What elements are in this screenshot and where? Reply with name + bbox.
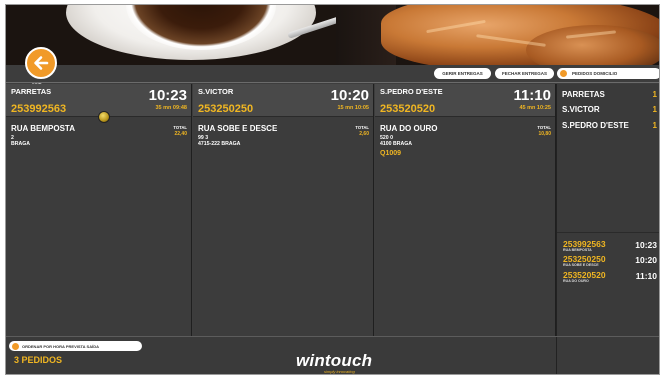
order-card-header: S.PEDRO D'ESTE 11:10 253520520 45 mn 10:…	[375, 84, 555, 117]
home-orders-label: PEDIDOS DOMICILIO	[572, 71, 618, 76]
total-value: 22,40	[174, 131, 187, 137]
order-reference: Q1009	[380, 150, 402, 157]
list-item[interactable]: 253992563 RUA BEMPOSTA 10:23	[563, 239, 657, 253]
wintouch-logo: wintouch	[296, 351, 373, 370]
customer-phone: 253250250	[198, 103, 254, 115]
address-street: RUA SOBE E DESCE	[198, 124, 278, 133]
address-city: 4100 BRAGA	[380, 141, 413, 147]
summary-count-row[interactable]: PARRETAS 1	[562, 90, 657, 99]
radio-dot-icon	[560, 70, 567, 77]
address-street: RUA DO OURO	[380, 124, 438, 133]
list-street: RUA BEMPOSTA	[563, 248, 592, 252]
list-time: 10:20	[635, 255, 657, 265]
radio-dot-icon	[12, 342, 19, 350]
expected-time: 10:23	[148, 87, 187, 104]
footer: ORDENAR POR HORA PREVISTA SAÍDA 3 PEDIDO…	[6, 336, 659, 374]
order-card[interactable]: PARRETAS 10:23 253992563 35 mn 09:48 RUA…	[6, 84, 192, 336]
delay-info: 35 mn 09:48	[155, 105, 188, 111]
total-value: 2,60	[359, 131, 369, 137]
total-label: TOTAL	[537, 125, 551, 130]
address-city: BRAGA	[11, 141, 31, 147]
sort-label: ORDENAR POR HORA PREVISTA SAÍDA	[22, 343, 99, 349]
summary-count: 1	[652, 121, 657, 130]
expected-time: 10:20	[330, 87, 369, 104]
address-street: RUA BEMPOSTA	[11, 124, 75, 133]
list-item[interactable]: 253250250 RUA SOBE E DESCE 10:20	[563, 254, 657, 268]
manage-deliveries-button[interactable]: GERIR ENTREGAS	[434, 68, 491, 79]
customer-name: S.VICTOR	[198, 87, 234, 96]
customer-phone: 253520520	[380, 103, 436, 115]
order-card-header: S.VICTOR 10:20 253250250 15 mn 10:05	[193, 84, 373, 117]
expected-time: 11:10	[513, 87, 551, 104]
delay-info: 15 mn 10:05	[337, 105, 370, 111]
customer-phone: 253992563	[11, 103, 67, 115]
summary-name: PARRETAS	[562, 90, 605, 99]
list-item[interactable]: 253520520 RUA DO OURO 11:10	[563, 270, 657, 284]
drag-handle-icon[interactable]	[98, 111, 110, 123]
list-street: RUA DO OURO	[563, 279, 589, 283]
close-deliveries-button[interactable]: FECHAR ENTREGAS	[495, 68, 554, 79]
summary-name: S.PEDRO D'ESTE	[562, 121, 629, 130]
sort-by-departure-toggle[interactable]: ORDENAR POR HORA PREVISTA SAÍDA	[9, 341, 142, 351]
summary-count-row[interactable]: S.VICTOR 1	[562, 105, 657, 114]
customer-name: PARRETAS	[11, 87, 52, 96]
list-time: 11:10	[635, 271, 657, 281]
address-city: 4715-222 BRAGA	[198, 141, 241, 147]
toolbar: GERIR ENTREGAS FECHAR ENTREGAS PEDIDOS D…	[6, 68, 659, 79]
list-street: RUA SOBE E DESCE	[563, 263, 599, 267]
header-banner	[6, 5, 659, 65]
logo-tagline: simply innovating	[324, 369, 355, 374]
total-label: TOTAL	[355, 125, 369, 130]
orders-count: 3 PEDIDOS	[14, 355, 63, 365]
summary-count: 1	[652, 105, 657, 114]
summary-count: 1	[652, 90, 657, 99]
home-orders-toggle[interactable]: PEDIDOS DOMICILIO	[557, 68, 659, 79]
order-card[interactable]: S.VICTOR 10:20 253250250 15 mn 10:05 RUA…	[193, 84, 374, 336]
total-value: 10,80	[538, 131, 551, 137]
customer-name: S.PEDRO D'ESTE	[380, 87, 443, 96]
total-label: TOTAL	[173, 125, 187, 130]
summary-panel: PARRETAS 1 S.VICTOR 1 S.PEDRO D'ESTE 1 2…	[556, 84, 659, 336]
delay-info: 45 mn 10:25	[519, 105, 552, 111]
order-card[interactable]: S.PEDRO D'ESTE 11:10 253520520 45 mn 10:…	[375, 84, 556, 336]
app-window: SAIR GERIR ENTREGAS FECHAR ENTREGAS PEDI…	[5, 4, 660, 375]
summary-name: S.VICTOR	[562, 105, 600, 114]
list-time: 10:23	[635, 240, 657, 250]
summary-count-row[interactable]: S.PEDRO D'ESTE 1	[562, 121, 657, 130]
